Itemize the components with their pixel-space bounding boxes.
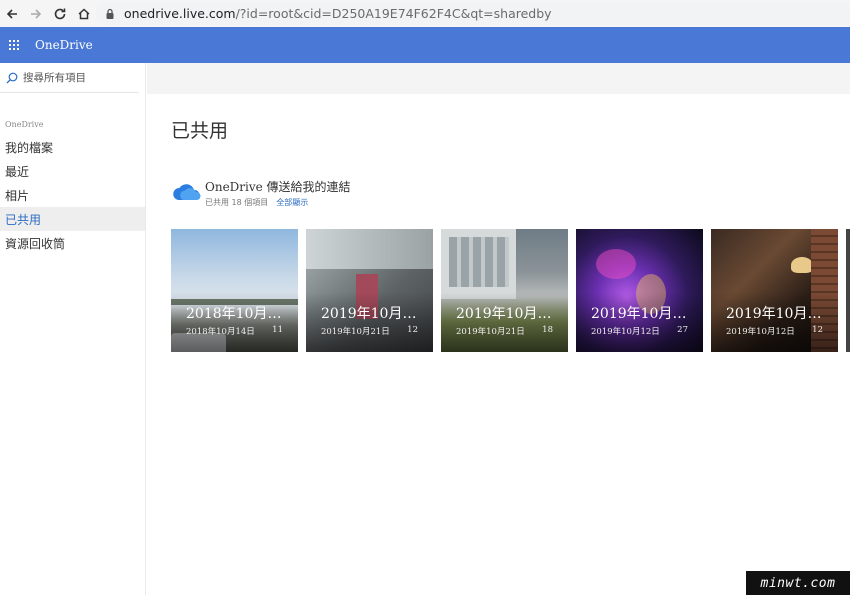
home-icon bbox=[78, 7, 90, 19]
tile-date: 2019年10月12日 bbox=[726, 327, 795, 337]
tile-title: 2019年10月… bbox=[726, 306, 822, 322]
url-host: onedrive.live.com bbox=[124, 6, 236, 21]
tile-title: 2018年10月… bbox=[186, 306, 282, 322]
album-tile[interactable]: 2019年10月… 2019年10月21日 18 bbox=[441, 229, 568, 352]
search-input[interactable]: 搜尋所有項目 bbox=[23, 70, 86, 85]
back-button[interactable] bbox=[0, 2, 24, 26]
url-text: onedrive.live.com/?id=root&cid=D250A19E7… bbox=[124, 6, 552, 21]
search-icon bbox=[6, 72, 18, 83]
sidebar-item-shared[interactable]: 已共用 bbox=[0, 207, 145, 231]
arrow-left-icon bbox=[6, 8, 17, 19]
tile-title: 2019年10月… bbox=[591, 306, 687, 322]
command-bar bbox=[147, 63, 850, 94]
arrow-right-icon bbox=[31, 8, 42, 19]
reload-button[interactable] bbox=[48, 2, 72, 26]
album-tile[interactable]: 2019年10月… 2019年10月12日 12 bbox=[711, 229, 838, 352]
album-tiles: 2018年10月… 2018年10月14日 11 2019年10月… 2019年… bbox=[171, 229, 850, 353]
album-tile[interactable]: 2019年10月… 2019年10月21日 12 bbox=[306, 229, 433, 352]
app-header: OneDrive bbox=[0, 27, 850, 63]
sidebar-item-photos[interactable]: 相片 bbox=[0, 183, 145, 207]
sidebar-item-my-files[interactable]: 我的檔案 bbox=[0, 135, 145, 159]
page-title: 已共用 bbox=[171, 120, 229, 142]
shared-group-header: OneDrive 傳送給我的連結 已共用 18 個項目 全部顯示 bbox=[171, 178, 351, 208]
tile-count: 12 bbox=[407, 325, 418, 335]
album-tile[interactable]: 2018年10月… 2018年10月14日 11 bbox=[171, 229, 298, 352]
group-title: OneDrive 傳送給我的連結 bbox=[205, 180, 351, 194]
sidebar-item-recent[interactable]: 最近 bbox=[0, 159, 145, 183]
waffle-icon bbox=[9, 40, 19, 50]
onedrive-cloud-icon bbox=[173, 184, 201, 200]
tile-count: 18 bbox=[542, 325, 553, 335]
home-button[interactable] bbox=[72, 2, 96, 26]
group-text: OneDrive 傳送給我的連結 已共用 18 個項目 全部顯示 bbox=[205, 178, 351, 208]
browser-toolbar: onedrive.live.com/?id=root&cid=D250A19E7… bbox=[0, 0, 850, 27]
tile-title: 2019年10月… bbox=[456, 306, 552, 322]
see-all-link[interactable]: 全部顯示 bbox=[276, 198, 308, 207]
tile-title: 2019年10月… bbox=[321, 306, 417, 322]
reload-icon bbox=[54, 8, 66, 19]
watermark: minwt.com bbox=[746, 571, 850, 595]
forward-button[interactable] bbox=[24, 2, 48, 26]
group-count: 已共用 18 個項目 bbox=[205, 198, 269, 207]
tile-date: 2018年10月14日 bbox=[186, 327, 255, 337]
tile-date: 2019年10月12日 bbox=[591, 327, 660, 337]
tile-date: 2019年10月21日 bbox=[456, 327, 525, 337]
app-brand[interactable]: OneDrive bbox=[35, 38, 93, 52]
url-path: /?id=root&cid=D250A19E74F62F4C&qt=shared… bbox=[235, 6, 552, 21]
group-meta: 已共用 18 個項目 全部顯示 bbox=[205, 197, 351, 208]
sidebar-section-label: OneDrive bbox=[5, 120, 44, 129]
search-box[interactable]: 搜尋所有項目 bbox=[0, 63, 139, 93]
sidebar-item-recycle-bin[interactable]: 資源回收筒 bbox=[0, 231, 145, 255]
album-tile[interactable]: 2019年10月… 2019年10月12日 27 bbox=[576, 229, 703, 352]
tile-count: 12 bbox=[812, 325, 823, 335]
sidebar: 搜尋所有項目 OneDrive 我的檔案 最近 相片 已共用 資源回收筒 bbox=[0, 63, 146, 595]
album-tile-partial[interactable] bbox=[846, 229, 850, 352]
address-bar[interactable]: onedrive.live.com/?id=root&cid=D250A19E7… bbox=[96, 2, 850, 25]
tile-count: 27 bbox=[677, 325, 688, 335]
app-launcher-button[interactable] bbox=[3, 27, 25, 63]
sidebar-nav: 我的檔案 最近 相片 已共用 資源回收筒 bbox=[0, 135, 145, 255]
lock-icon bbox=[106, 8, 114, 19]
tile-count: 11 bbox=[272, 325, 283, 335]
tile-date: 2019年10月21日 bbox=[321, 327, 390, 337]
